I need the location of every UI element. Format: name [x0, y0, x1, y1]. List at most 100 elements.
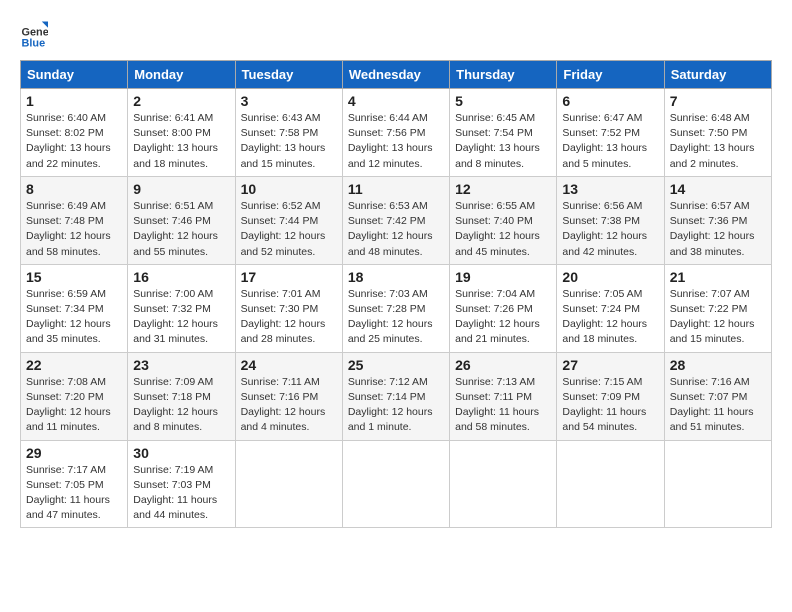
calendar-week-row: 8Sunrise: 6:49 AMSunset: 7:48 PMDaylight… [21, 176, 772, 264]
day-number: 27 [562, 357, 658, 373]
empty-cell [342, 440, 449, 528]
logo: General Blue [20, 20, 52, 48]
day-number: 5 [455, 93, 551, 109]
weekday-header-tuesday: Tuesday [235, 61, 342, 89]
day-number: 4 [348, 93, 444, 109]
day-info: Sunrise: 6:52 AMSunset: 7:44 PMDaylight:… [241, 199, 337, 260]
day-number: 8 [26, 181, 122, 197]
day-info: Sunrise: 6:57 AMSunset: 7:36 PMDaylight:… [670, 199, 766, 260]
day-cell-11: 11 Sunrise: 6:53 AMSunset: 7:42 PMDayligh… [342, 176, 449, 264]
day-cell-10: 10 Sunrise: 6:52 AMSunset: 7:44 PMDayligh… [235, 176, 342, 264]
day-cell-29: 29 Sunrise: 7:17 AMSunset: 7:05 PMDayligh… [21, 440, 128, 528]
day-info: Sunrise: 6:43 AMSunset: 7:58 PMDaylight:… [241, 111, 337, 172]
day-cell-13: 13 Sunrise: 6:56 AMSunset: 7:38 PMDayligh… [557, 176, 664, 264]
day-info: Sunrise: 7:19 AMSunset: 7:03 PMDaylight:… [133, 463, 229, 524]
day-info: Sunrise: 6:55 AMSunset: 7:40 PMDaylight:… [455, 199, 551, 260]
day-cell-19: 19 Sunrise: 7:04 AMSunset: 7:26 PMDayligh… [450, 264, 557, 352]
day-cell-2: 2 Sunrise: 6:41 AMSunset: 8:00 PMDaylight… [128, 89, 235, 177]
day-number: 12 [455, 181, 551, 197]
weekday-header-saturday: Saturday [664, 61, 771, 89]
weekday-header-row: SundayMondayTuesdayWednesdayThursdayFrid… [21, 61, 772, 89]
calendar-table: SundayMondayTuesdayWednesdayThursdayFrid… [20, 60, 772, 528]
day-cell-12: 12 Sunrise: 6:55 AMSunset: 7:40 PMDayligh… [450, 176, 557, 264]
day-info: Sunrise: 6:44 AMSunset: 7:56 PMDaylight:… [348, 111, 444, 172]
day-number: 29 [26, 445, 122, 461]
day-number: 26 [455, 357, 551, 373]
weekday-header-thursday: Thursday [450, 61, 557, 89]
day-cell-20: 20 Sunrise: 7:05 AMSunset: 7:24 PMDayligh… [557, 264, 664, 352]
calendar-week-row: 22 Sunrise: 7:08 AMSunset: 7:20 PMDayligh… [21, 352, 772, 440]
day-cell-25: 25 Sunrise: 7:12 AMSunset: 7:14 PMDayligh… [342, 352, 449, 440]
day-info: Sunrise: 7:17 AMSunset: 7:05 PMDaylight:… [26, 463, 122, 524]
weekday-header-friday: Friday [557, 61, 664, 89]
day-number: 21 [670, 269, 766, 285]
weekday-header-monday: Monday [128, 61, 235, 89]
day-info: Sunrise: 6:56 AMSunset: 7:38 PMDaylight:… [562, 199, 658, 260]
day-cell-23: 23Sunrise: 7:09 AMSunset: 7:18 PMDayligh… [128, 352, 235, 440]
day-info: Sunrise: 7:16 AMSunset: 7:07 PMDaylight:… [670, 375, 766, 436]
day-number: 28 [670, 357, 766, 373]
day-info: Sunrise: 7:03 AMSunset: 7:28 PMDaylight:… [348, 287, 444, 348]
day-number: 7 [670, 93, 766, 109]
calendar-week-row: 29 Sunrise: 7:17 AMSunset: 7:05 PMDayligh… [21, 440, 772, 528]
day-number: 11 [348, 181, 444, 197]
day-cell-6: 6 Sunrise: 6:47 AMSunset: 7:52 PMDaylight… [557, 89, 664, 177]
day-cell-4: 4 Sunrise: 6:44 AMSunset: 7:56 PMDaylight… [342, 89, 449, 177]
day-info: Sunrise: 7:00 AMSunset: 7:32 PMDaylight:… [133, 287, 229, 348]
day-cell-3: 3 Sunrise: 6:43 AMSunset: 7:58 PMDaylight… [235, 89, 342, 177]
day-info: Sunrise: 6:45 AMSunset: 7:54 PMDaylight:… [455, 111, 551, 172]
day-number: 22 [26, 357, 122, 373]
empty-cell [557, 440, 664, 528]
empty-cell [450, 440, 557, 528]
day-info: Sunrise: 7:15 AMSunset: 7:09 PMDaylight:… [562, 375, 658, 436]
day-cell-8: 8Sunrise: 6:49 AMSunset: 7:48 PMDaylight… [21, 176, 128, 264]
empty-cell [664, 440, 771, 528]
day-cell-24: 24 Sunrise: 7:11 AMSunset: 7:16 PMDayligh… [235, 352, 342, 440]
day-cell-15: 15 Sunrise: 6:59 AMSunset: 7:34 PMDayligh… [21, 264, 128, 352]
day-number: 14 [670, 181, 766, 197]
day-cell-22: 22 Sunrise: 7:08 AMSunset: 7:20 PMDayligh… [21, 352, 128, 440]
day-info: Sunrise: 6:53 AMSunset: 7:42 PMDaylight:… [348, 199, 444, 260]
day-number: 15 [26, 269, 122, 285]
day-info: Sunrise: 7:08 AMSunset: 7:20 PMDaylight:… [26, 375, 122, 436]
day-cell-16: 16Sunrise: 7:00 AMSunset: 7:32 PMDayligh… [128, 264, 235, 352]
day-info: Sunrise: 7:11 AMSunset: 7:16 PMDaylight:… [241, 375, 337, 436]
day-info: Sunrise: 7:05 AMSunset: 7:24 PMDaylight:… [562, 287, 658, 348]
day-cell-5: 5 Sunrise: 6:45 AMSunset: 7:54 PMDaylight… [450, 89, 557, 177]
weekday-header-wednesday: Wednesday [342, 61, 449, 89]
day-number: 9 [133, 181, 229, 197]
day-info: Sunrise: 6:41 AMSunset: 8:00 PMDaylight:… [133, 111, 229, 172]
day-number: 24 [241, 357, 337, 373]
day-cell-17: 17Sunrise: 7:01 AMSunset: 7:30 PMDayligh… [235, 264, 342, 352]
calendar-week-row: 15 Sunrise: 6:59 AMSunset: 7:34 PMDayligh… [21, 264, 772, 352]
day-cell-30: 30 Sunrise: 7:19 AMSunset: 7:03 PMDayligh… [128, 440, 235, 528]
day-info: Sunrise: 7:01 AMSunset: 7:30 PMDaylight:… [241, 287, 337, 348]
day-number: 6 [562, 93, 658, 109]
day-number: 30 [133, 445, 229, 461]
svg-text:Blue: Blue [22, 37, 46, 48]
day-number: 20 [562, 269, 658, 285]
day-number: 18 [348, 269, 444, 285]
day-info: Sunrise: 7:07 AMSunset: 7:22 PMDaylight:… [670, 287, 766, 348]
day-cell-26: 26 Sunrise: 7:13 AMSunset: 7:11 PMDayligh… [450, 352, 557, 440]
day-info: Sunrise: 7:13 AMSunset: 7:11 PMDaylight:… [455, 375, 551, 436]
day-info: Sunrise: 7:04 AMSunset: 7:26 PMDaylight:… [455, 287, 551, 348]
page-header: General Blue [20, 20, 772, 48]
day-number: 10 [241, 181, 337, 197]
day-number: 3 [241, 93, 337, 109]
day-info: Sunrise: 6:59 AMSunset: 7:34 PMDaylight:… [26, 287, 122, 348]
day-info: Sunrise: 7:09 AMSunset: 7:18 PMDaylight:… [133, 375, 229, 436]
day-info: Sunrise: 6:47 AMSunset: 7:52 PMDaylight:… [562, 111, 658, 172]
day-number: 19 [455, 269, 551, 285]
day-cell-28: 28 Sunrise: 7:16 AMSunset: 7:07 PMDayligh… [664, 352, 771, 440]
day-number: 13 [562, 181, 658, 197]
day-number: 25 [348, 357, 444, 373]
day-cell-18: 18 Sunrise: 7:03 AMSunset: 7:28 PMDayligh… [342, 264, 449, 352]
day-number: 2 [133, 93, 229, 109]
day-cell-7: 7 Sunrise: 6:48 AMSunset: 7:50 PMDaylight… [664, 89, 771, 177]
empty-cell [235, 440, 342, 528]
day-cell-1: 1Sunrise: 6:40 AMSunset: 8:02 PMDaylight… [21, 89, 128, 177]
day-info: Sunrise: 7:12 AMSunset: 7:14 PMDaylight:… [348, 375, 444, 436]
day-info: Sunrise: 6:48 AMSunset: 7:50 PMDaylight:… [670, 111, 766, 172]
day-number: 1 [26, 93, 122, 109]
